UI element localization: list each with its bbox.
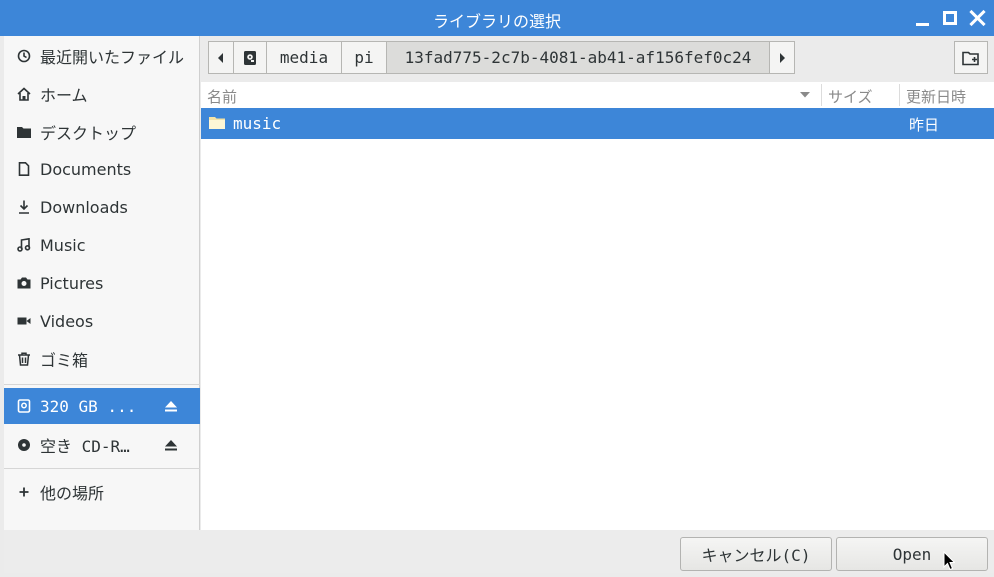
sidebar-item-cdr[interactable]: 空き CD-R… [4,427,200,463]
sidebar-item-label: Downloads [40,197,128,217]
sidebar-item-pictures[interactable]: Pictures [4,265,200,301]
close-icon [970,10,986,26]
mouse-cursor-icon [943,551,955,571]
sidebar-item-label: Videos [40,311,94,331]
sidebar-item-recent[interactable]: 最近開いたファイル [4,38,200,74]
cancel-button[interactable]: キャンセル(C) [680,537,832,571]
sidebar-item-label: Documents [40,159,132,179]
eject-icon[interactable] [164,398,178,412]
plus-icon [16,484,32,500]
document-icon [16,161,32,177]
sidebar-item-label: 空き CD-R… [40,437,130,456]
video-icon [16,313,32,329]
sidebar-separator [4,468,200,469]
chevron-left-icon [218,52,223,63]
drive-icon [16,398,32,414]
sort-descending-icon [800,92,810,98]
trash-icon [16,351,32,367]
sidebar-item-desktop[interactable]: デスクトップ [4,114,200,150]
path-segment-current[interactable]: 13fad775-2c7b-4081-ab41-af156fef0c24 [386,41,770,74]
column-header-row: 名前 サイズ 更新日時 [201,82,994,108]
title-bar: ライブラリの選択 [0,0,994,36]
sidebar-item-videos[interactable]: Videos [4,303,200,339]
camera-icon [16,275,32,291]
file-row[interactable]: music 昨日 [201,108,994,139]
column-header-modified[interactable]: 更新日時 [906,86,966,107]
sidebar-item-label: ゴミ箱 [40,351,89,370]
window-title: ライブラリの選択 [432,12,561,31]
sidebar-item-label: Pictures [40,273,104,293]
download-icon [16,199,32,215]
sidebar-item-other-locations[interactable]: 他の場所 [4,474,200,510]
column-header-size[interactable]: サイズ [828,86,873,107]
sidebar-item-label: デスクトップ [40,124,137,143]
folder-icon [209,117,225,129]
drive-icon [244,50,256,65]
minimize-icon [915,22,929,26]
column-separator [821,84,822,106]
sidebar-item-downloads[interactable]: Downloads [4,189,200,225]
file-name: music [233,114,282,133]
sidebar-item-label: Music [40,235,86,255]
disc-icon [16,437,32,453]
eject-icon[interactable] [164,437,178,451]
maximize-button[interactable] [940,8,960,28]
sidebar-item-music[interactable]: Music [4,227,200,263]
path-scroll-left-button[interactable] [208,41,234,74]
file-modified: 昨日 [909,116,940,134]
sidebar-item-label: ホーム [40,86,88,105]
open-button[interactable]: Open [836,537,988,571]
new-folder-button[interactable] [954,41,988,74]
places-sidebar: 最近開いたファイル ホーム デスクトップ Documents Downloads… [4,36,200,530]
home-icon [16,86,32,102]
path-root-drive-button[interactable] [233,41,267,74]
column-header-name[interactable]: 名前 [207,86,237,107]
new-folder-icon [962,51,979,65]
file-list[interactable]: 名前 サイズ 更新日時 music 昨日 [201,82,994,530]
path-segment-media[interactable]: media [266,41,342,74]
maximize-icon [943,11,957,25]
path-segment-pi[interactable]: pi [341,41,387,74]
minimize-button[interactable] [912,8,932,28]
sidebar-item-home[interactable]: ホーム [4,76,200,112]
sidebar-item-label: 320 GB ... [40,396,137,416]
close-button[interactable] [968,8,988,28]
sidebar-item-drive[interactable]: 320 GB ... [4,388,200,424]
path-scroll-right-button[interactable] [769,41,795,74]
chevron-right-icon [780,52,785,63]
sidebar-item-documents[interactable]: Documents [4,151,200,187]
sidebar-item-label: 最近開いたファイル [40,48,185,67]
music-icon [16,237,32,253]
path-bar: media pi 13fad775-2c7b-4081-ab41-af156fe… [208,41,795,74]
clock-icon [16,48,32,64]
sidebar-item-label: 他の場所 [40,484,105,503]
column-separator [899,84,900,106]
sidebar-item-trash[interactable]: ゴミ箱 [4,341,200,377]
sidebar-separator [4,384,200,385]
folder-icon [16,124,32,140]
